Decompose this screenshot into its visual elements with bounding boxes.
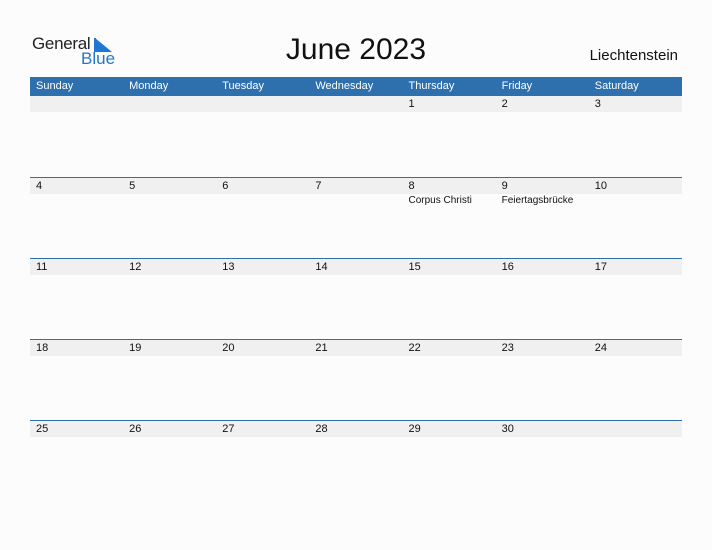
country-label: Liechtenstein <box>589 47 678 64</box>
holiday-label <box>30 194 123 208</box>
week-row: 18 19 20 21 22 23 24 <box>30 339 682 420</box>
day-number: 21 <box>315 342 328 354</box>
day-number: 11 <box>36 261 48 273</box>
day-number: 2 <box>501 98 508 110</box>
day-number: 15 <box>408 261 421 273</box>
day-number: 29 <box>408 423 421 435</box>
weekday-wednesday: Wednesday <box>315 80 374 92</box>
weekday-friday: Friday <box>501 80 533 92</box>
day-number: 26 <box>129 423 142 435</box>
day-number <box>216 96 309 112</box>
day-number: 27 <box>222 423 235 435</box>
week-row: 25 26 27 28 29 30 <box>30 420 682 501</box>
week-row: 4 5 6 7 8 9 10 Corpus Christi Feiertagsbrücke <box>30 177 682 258</box>
day-number <box>589 421 682 437</box>
day-number <box>309 96 402 112</box>
holiday-label: Corpus Christi <box>408 195 472 206</box>
calendar-grid: Sunday Monday Tuesday Wednesday Thursday… <box>30 77 682 501</box>
holiday-label <box>589 194 682 208</box>
day-number: 30 <box>501 423 514 435</box>
day-number: 1 <box>408 98 415 110</box>
day-number: 20 <box>222 342 235 354</box>
weekday-monday: Monday <box>129 80 169 92</box>
day-number <box>30 96 123 112</box>
day-number: 9 <box>501 180 508 192</box>
day-number: 4 <box>36 180 43 192</box>
day-number: 6 <box>222 180 229 192</box>
day-number: 12 <box>129 261 142 273</box>
weekday-tuesday: Tuesday <box>222 80 265 92</box>
date-band: 1 2 3 <box>30 96 682 112</box>
day-number: 18 <box>36 342 49 354</box>
day-number: 16 <box>501 261 514 273</box>
weekday-saturday: Saturday <box>594 80 639 92</box>
date-band: 11 12 13 14 15 16 17 <box>30 259 682 275</box>
weekday-sunday: Sunday <box>36 80 74 92</box>
weekday-header: Sunday Monday Tuesday Wednesday Thursday… <box>30 77 682 96</box>
day-number: 8 <box>408 180 415 192</box>
weekday-thursday: Thursday <box>408 80 455 92</box>
day-number <box>123 96 216 112</box>
day-number: 23 <box>501 342 514 354</box>
day-number: 22 <box>408 342 421 354</box>
holiday-label <box>309 194 402 208</box>
date-band: 4 5 6 7 8 9 10 <box>30 178 682 194</box>
day-number: 10 <box>594 180 607 192</box>
day-number: 7 <box>315 180 322 192</box>
day-number: 17 <box>594 261 607 273</box>
day-number: 25 <box>36 423 49 435</box>
holiday-label <box>216 194 309 208</box>
day-number: 24 <box>594 342 607 354</box>
day-number: 14 <box>315 261 328 273</box>
day-number: 28 <box>315 423 328 435</box>
date-band: 18 19 20 21 22 23 24 <box>30 340 682 356</box>
day-number: 19 <box>129 342 142 354</box>
holiday-label <box>123 194 216 208</box>
weeks-container: 1 2 3 4 5 6 7 8 9 10 Corpus Christi Feiertagsbrücke… <box>30 96 682 501</box>
day-number: 13 <box>222 261 235 273</box>
day-number: 3 <box>594 98 601 110</box>
holiday-notes: Corpus Christi Feiertagsbrücke <box>30 194 682 208</box>
day-number: 5 <box>129 180 136 192</box>
week-row: 1 2 3 <box>30 96 682 177</box>
week-row: 11 12 13 14 15 16 17 <box>30 258 682 339</box>
holiday-label: Feiertagsbrücke <box>501 195 574 206</box>
date-band: 25 26 27 28 29 30 <box>30 421 682 437</box>
